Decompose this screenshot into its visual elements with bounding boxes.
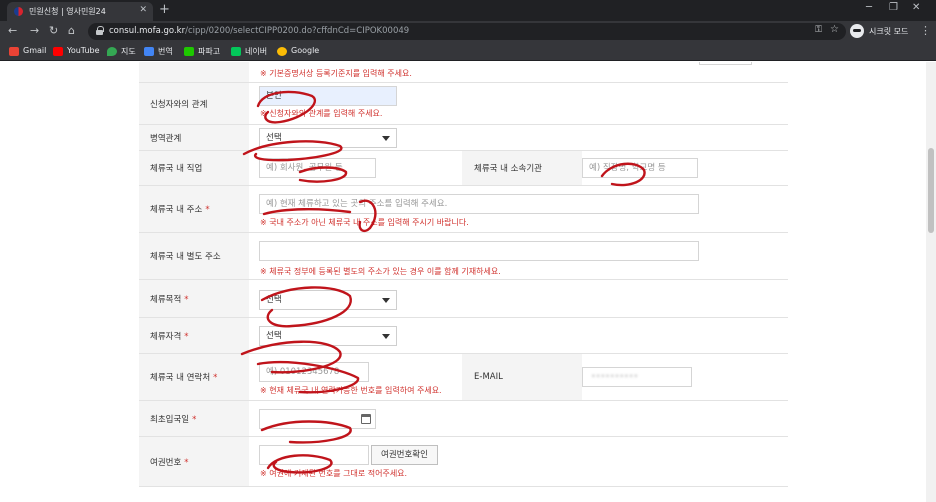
form-row-registration: ※ 기본증명서상 등록기준지를 입력해 주세요. [139,62,788,83]
phone-input[interactable]: 예) 01012345678 [259,362,369,382]
google-icon [277,47,287,56]
military-label: 병역관계 [150,133,182,144]
job-label: 체류국 내 직업 [150,164,203,174]
chevron-down-icon [382,136,390,141]
form-row-status: 체류자격 * 선택 [139,318,788,354]
passport-check-button[interactable]: 여권번호확인 [371,445,438,465]
form-row-phone: 체류국 내 연락처 * 예) 01012345678 ※ 현재 체류국 내 연락가… [139,354,788,401]
form-row-relation: 신청자와의 관계 본인 ※ 신청자와의 관계를 입력해 주세요. [139,83,788,125]
passport-input[interactable] [259,445,369,465]
forward-icon[interactable]: → [30,24,39,38]
purpose-label: 체류목적 * [150,294,189,305]
gmail-icon [9,47,19,56]
form-row-alt-address: 체류국 내 별도 주소 ※ 체류국 정부에 등록된 별도의 주소가 있는 경우 … [139,233,788,280]
military-select[interactable]: 선택 [259,128,397,148]
email-label: E-MAIL [474,372,503,382]
form-row-passport: 여권번호 * 여권번호확인 ※ 여권에 기재된 번호를 그대로 적어주세요. [139,437,788,487]
alt-address-note: ※ 체류국 정부에 등록된 별도의 주소가 있는 경우 이를 함께 기재하세요. [260,267,501,276]
status-select[interactable]: 선택 [259,326,397,346]
home-icon[interactable]: ⌂ [68,24,75,38]
address-input[interactable]: 예) 현재 체류하고 있는 곳의 주소를 입력해 주세요. [259,194,699,214]
passport-note: ※ 여권에 기재된 번호를 그대로 적어주세요. [260,469,408,478]
browser-tab[interactable]: 민원신청 | 영사민원24 ✕ [7,2,153,21]
form-row-address: 체류국 내 주소 * 예) 현재 체류하고 있는 곳의 주소를 입력해 주세요. … [139,186,788,233]
translate-icon [144,47,154,56]
alt-address-input[interactable] [259,241,699,261]
papago-icon [184,47,194,56]
relation-input[interactable]: 본인 [259,86,397,106]
url-text: consul.mofa.go.kr/cipp/0200/selectCIPP02… [109,26,410,36]
relation-note: ※ 신청자와의 관계를 입력해 주세요. [260,109,383,118]
calendar-icon[interactable] [361,414,371,424]
purpose-select[interactable]: 선택 [259,290,397,310]
address-bar[interactable]: consul.mofa.go.kr/cipp/0200/selectCIPP02… [88,23,846,40]
org-label: 체류국 내 소속기관 [474,164,542,174]
form-row-first-entry: 최초입국일 * [139,401,788,437]
first-entry-label: 최초입국일 * [150,414,197,425]
email-input[interactable]: •••••••••• [582,367,692,387]
close-window-icon[interactable]: ✕ [912,2,920,13]
incognito-icon [850,24,864,38]
address-label: 체류국 내 주소 * [150,205,210,215]
youtube-icon [53,47,63,56]
naver-icon [231,47,241,56]
browser-tab-bar: 민원신청 | 영사민원24 ✕ + ─ ❐ ✕ [0,0,936,21]
form-row-job: 체류국 내 직업 예) 회사원, 공무원 등 체류국 내 소속기관 예) 직장명… [139,151,788,186]
phone-note: ※ 현재 체류국 내 연락가능한 번호를 입력하여 주세요. [260,386,442,395]
registration-note: ※ 기본증명서상 등록기준지를 입력해 주세요. [260,69,412,78]
minimize-icon[interactable]: ─ [866,2,872,13]
restore-icon[interactable]: ❐ [889,2,898,13]
first-entry-date-input[interactable] [259,409,376,429]
reload-icon[interactable]: ↻ [49,24,58,38]
bookmark-star-icon[interactable]: ☆ [830,24,839,35]
status-label: 체류자격 * [150,331,189,342]
row-header [139,62,249,82]
lock-icon [96,26,104,35]
form-row-military: 병역관계 선택 [139,125,788,151]
page-scrollbar[interactable] [926,62,936,502]
relation-label: 신청자와의 관계 [150,99,208,110]
form-row-purpose: 체류목적 * 선택 [139,280,788,318]
menu-kebab-icon[interactable]: ⋮ [920,24,931,37]
alt-address-label: 체류국 내 별도 주소 [150,252,221,262]
key-icon[interactable]: ⚿ [815,25,822,35]
phone-label: 체류국 내 연락처 * [150,373,218,383]
address-note: ※ 국내 주소가 아닌 체류국 내 주소를 입력해 주시기 바랍니다. [260,218,469,227]
bookmarks-bar: Gmail YouTube 지도 번역 파파고 네이버 Google [0,42,936,61]
job-input[interactable]: 예) 회사원, 공무원 등 [259,158,376,178]
maps-icon [107,47,117,56]
org-input[interactable]: 예) 직장명, 학교명 등 [582,158,698,178]
new-tab-icon[interactable]: + [159,2,170,18]
passport-label: 여권번호 * [150,457,189,468]
site-favicon-icon [14,7,23,16]
chevron-down-icon [382,298,390,303]
close-tab-icon[interactable]: ✕ [139,5,147,15]
chevron-down-icon [382,334,390,339]
tab-title: 민원신청 | 영사민원24 [29,7,106,16]
registration-extra-input[interactable] [699,62,752,65]
browser-toolbar: ← → ↻ ⌂ consul.mofa.go.kr/cipp/0200/sele… [0,21,936,42]
back-icon[interactable]: ← [8,24,17,38]
page-content: ※ 기본증명서상 등록기준지를 입력해 주세요. 신청자와의 관계 본인 ※ 신… [0,62,926,502]
scrollbar-thumb[interactable] [928,148,934,233]
